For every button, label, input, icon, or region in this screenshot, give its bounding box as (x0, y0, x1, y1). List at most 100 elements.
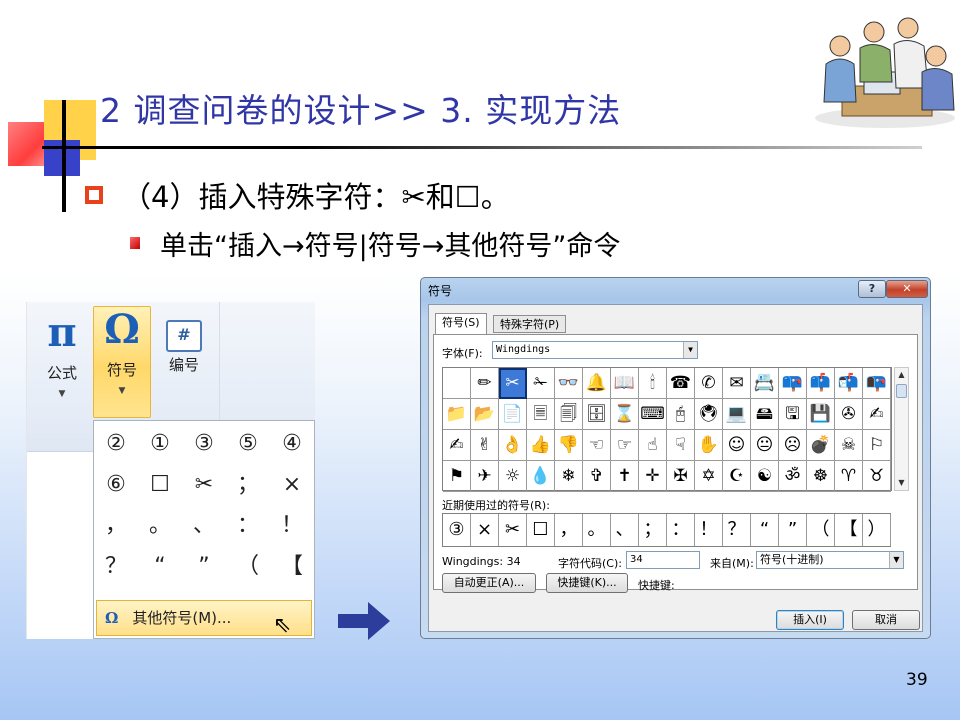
glyph-cell[interactable]: ⌛ (611, 399, 639, 430)
glyph-cell[interactable]: 💣 (807, 430, 835, 461)
tab-special-characters[interactable]: 特殊字符(P) (493, 315, 567, 333)
glyph-cell[interactable]: ❄ (555, 461, 583, 492)
chevron-down-icon[interactable]: ▼ (889, 552, 903, 568)
recent-symbol-cell[interactable]: “ (751, 514, 779, 546)
symbol-cell[interactable]: ： (226, 505, 270, 546)
glyph-cell[interactable]: 🖴 (751, 399, 779, 430)
glyph-cell[interactable]: ☯ (751, 461, 779, 492)
glyph-cell[interactable]: ✇ (835, 399, 863, 430)
glyph-cell[interactable]: ☹ (779, 430, 807, 461)
glyph-cell[interactable]: 👓 (555, 368, 583, 399)
glyph-cell[interactable]: ☠ (835, 430, 863, 461)
glyph-cell[interactable]: ☪ (723, 461, 751, 492)
recent-symbol-cell[interactable]: ； (639, 514, 667, 546)
recent-symbol-cell[interactable]: ！ (695, 514, 723, 546)
glyph-cell[interactable]: 📭 (863, 368, 891, 399)
glyph-cell[interactable]: 📬 (835, 368, 863, 399)
autocorrect-button[interactable]: 自动更正(A)... (442, 573, 536, 593)
recent-symbol-cell[interactable]: 。 (583, 514, 611, 546)
glyph-cell[interactable]: ✍ (863, 399, 891, 430)
symbol-cell[interactable]: ⑤ (226, 423, 270, 464)
glyph-scrollbar[interactable]: ▲ ▼ (894, 367, 909, 491)
symbol-button[interactable]: Ω 符号 ▼ (93, 306, 151, 418)
glyph-cell[interactable]: ☜ (583, 430, 611, 461)
recent-symbol-cell[interactable]: ” (779, 514, 807, 546)
glyph-cell[interactable]: 🗄 (583, 399, 611, 430)
glyph-cell[interactable]: ⚐ (863, 430, 891, 461)
symbol-cell[interactable]: ③ (182, 423, 226, 464)
symbol-cell[interactable]: ？ (94, 546, 138, 587)
glyph-cell[interactable]: 🔔 (583, 368, 611, 399)
glyph-cell[interactable]: ॐ (779, 461, 807, 492)
glyph-cell[interactable]: 👌 (499, 430, 527, 461)
glyph-cell[interactable]: ✍ (443, 430, 471, 461)
recent-symbol-cell[interactable]: ： (667, 514, 695, 546)
glyph-cell[interactable]: ✡ (695, 461, 723, 492)
glyph-cell[interactable]: ✞ (583, 461, 611, 492)
symbol-cell[interactable]: （ (226, 546, 270, 587)
numbering-button[interactable]: # 编号 (155, 310, 213, 418)
glyph-cell[interactable]: ✛ (639, 461, 667, 492)
symbol-cell[interactable]: 、 (182, 505, 226, 546)
recent-symbol-cell[interactable]: ③ (443, 514, 471, 546)
glyph-cell[interactable]: ♈ (835, 461, 863, 492)
recent-symbol-cell[interactable]: 【 (835, 514, 863, 546)
glyph-cell[interactable]: 🕯 (639, 368, 667, 399)
glyph-cell[interactable]: 📖 (611, 368, 639, 399)
glyph-cell[interactable]: 👍 (527, 430, 555, 461)
glyph-cell[interactable]: ✏ (471, 368, 499, 399)
symbol-cell[interactable]: 。 (138, 505, 182, 546)
glyph-cell[interactable]: ☎ (667, 368, 695, 399)
from-select[interactable]: 符号(十进制) ▼ (756, 551, 904, 569)
glyph-cell[interactable]: ☟ (667, 430, 695, 461)
font-select[interactable]: Wingdings ▼ (492, 341, 698, 359)
glyph-cell[interactable]: 😐 (751, 430, 779, 461)
glyph-cell[interactable]: 📫 (807, 368, 835, 399)
char-code-input[interactable]: 34 (626, 551, 700, 569)
recent-symbol-cell[interactable]: ✂ (499, 514, 527, 546)
recent-symbol-cell[interactable]: ☐ (527, 514, 555, 546)
glyph-cell[interactable]: 🖰 (667, 399, 695, 430)
glyph-cell[interactable]: ☸ (807, 461, 835, 492)
glyph-cell[interactable]: 🖫 (779, 399, 807, 430)
recent-symbol-cell[interactable]: ， (555, 514, 583, 546)
symbol-cell[interactable]: “ (138, 546, 182, 587)
symbol-cell[interactable]: ① (138, 423, 182, 464)
glyph-cell[interactable]: ✠ (667, 461, 695, 492)
glyph-cell[interactable]: ☼ (499, 461, 527, 492)
symbol-cell[interactable]: ” (182, 546, 226, 587)
recent-symbol-cell[interactable]: ） (863, 514, 891, 546)
symbol-cell[interactable]: ； (226, 464, 270, 505)
close-button[interactable]: ✕ (886, 280, 928, 298)
tab-symbols[interactable]: 符号(S) (435, 313, 487, 335)
glyph-cell[interactable]: 🖲 (695, 399, 723, 430)
glyph-cell[interactable]: ☝ (639, 430, 667, 461)
glyph-cell[interactable]: 💾 (807, 399, 835, 430)
glyph-cell[interactable]: 🗐 (555, 399, 583, 430)
insert-button[interactable]: 插入(I) (776, 610, 844, 630)
formula-button[interactable]: π 公式 ▼ (33, 310, 91, 418)
glyph-cell[interactable]: 📂 (471, 399, 499, 430)
symbol-cell[interactable]: ， (94, 505, 138, 546)
glyph-cell[interactable]: ⌨ (639, 399, 667, 430)
glyph-cell[interactable] (443, 368, 471, 399)
scroll-thumb[interactable] (896, 384, 907, 398)
glyph-cell[interactable]: 📪 (779, 368, 807, 399)
glyph-cell[interactable]: 📄 (499, 399, 527, 430)
glyph-cell[interactable]: 🗏 (527, 399, 555, 430)
glyph-cell[interactable]: 📇 (751, 368, 779, 399)
glyph-cell[interactable]: ✋ (695, 430, 723, 461)
recent-symbol-cell[interactable]: （ (807, 514, 835, 546)
glyph-cell[interactable]: ✈ (471, 461, 499, 492)
glyph-cell[interactable]: ✌ (471, 430, 499, 461)
glyph-cell[interactable]: 👎 (555, 430, 583, 461)
scroll-down-icon[interactable]: ▼ (895, 476, 908, 490)
chevron-down-icon[interactable]: ▼ (683, 342, 697, 358)
symbol-cell[interactable]: ！ (270, 505, 314, 546)
symbol-cell[interactable]: × (270, 464, 314, 505)
cancel-button[interactable]: 取消 (852, 610, 920, 630)
shortcut-key-button[interactable]: 快捷键(K)... (546, 573, 628, 593)
recent-symbol-cell[interactable]: × (471, 514, 499, 546)
glyph-cell[interactable]: ✝ (611, 461, 639, 492)
symbol-cell[interactable]: ④ (270, 423, 314, 464)
